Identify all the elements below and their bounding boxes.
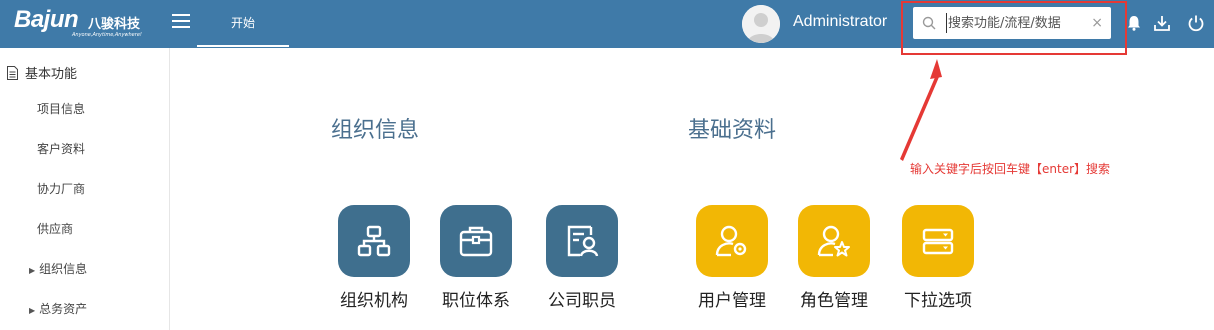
sidebar-section-basic[interactable]: 基本功能 bbox=[6, 63, 77, 82]
tile-label-user-management[interactable]: 用户管理 bbox=[677, 286, 787, 311]
tile-label-dropdown-options[interactable]: 下拉选项 bbox=[883, 286, 993, 311]
sidebar-item-label: 组织信息 bbox=[39, 262, 88, 276]
tile-user-management[interactable] bbox=[696, 205, 768, 277]
org-structure-icon bbox=[357, 225, 391, 257]
dropdown-list-icon bbox=[922, 228, 954, 255]
user-star-icon bbox=[817, 225, 850, 257]
tile-label-employees[interactable]: 公司职员 bbox=[527, 286, 637, 311]
search-highlight-box bbox=[901, 1, 1127, 55]
power-icon[interactable] bbox=[1187, 14, 1205, 32]
annotation-text: 输入关键字后按回车键【enter】搜索 bbox=[910, 162, 1111, 176]
bell-icon[interactable] bbox=[1125, 14, 1143, 32]
expand-arrow-icon: ▶ bbox=[29, 266, 36, 275]
tile-label-role-management[interactable]: 角色管理 bbox=[779, 286, 889, 311]
expand-arrow-icon: ▶ bbox=[29, 306, 36, 315]
download-icon[interactable] bbox=[1153, 14, 1171, 32]
tile-dropdown-options[interactable] bbox=[902, 205, 974, 277]
logo-brand: Bajun bbox=[14, 6, 79, 33]
sidebar-item-assets[interactable]: ▶ 总务资产 bbox=[29, 300, 87, 317]
annotation-arrow-icon bbox=[900, 59, 942, 161]
logo-slogan: Anyone,Anytime,Anywhere! bbox=[72, 32, 142, 38]
section-title-org: 组织信息 bbox=[331, 118, 420, 143]
avatar[interactable] bbox=[742, 5, 780, 43]
sidebar-item-supplier[interactable]: 供应商 bbox=[37, 220, 73, 237]
sidebar-item-partner[interactable]: 协力厂商 bbox=[37, 180, 85, 197]
user-gear-icon bbox=[715, 225, 747, 257]
logo-company-name: 八骏科技 bbox=[88, 17, 141, 32]
menu-toggle-icon[interactable] bbox=[172, 14, 190, 32]
username[interactable]: Administrator bbox=[793, 13, 887, 31]
section-title-basic-data: 基础资料 bbox=[688, 118, 777, 143]
tile-org-structure[interactable] bbox=[338, 205, 410, 277]
sidebar: 基本功能 项目信息 客户资料 协力厂商 供应商 ▶ 组织信息 ▶ 总务资产 bbox=[0, 48, 170, 330]
tile-position-system[interactable] bbox=[440, 205, 512, 277]
sidebar-item-org-info[interactable]: ▶ 组织信息 bbox=[29, 260, 87, 277]
tile-role-management[interactable] bbox=[798, 205, 870, 277]
tile-label-position-system[interactable]: 职位体系 bbox=[421, 286, 531, 311]
sidebar-item-customer[interactable]: 客户资料 bbox=[37, 140, 85, 157]
sidebar-item-project-info[interactable]: 项目信息 bbox=[37, 100, 85, 117]
logo[interactable]: Bajun 八骏科技 Anyone,Anytime,Anywhere! bbox=[14, 6, 154, 42]
tab-start[interactable]: 开始 bbox=[197, 0, 289, 47]
tile-employees[interactable] bbox=[546, 205, 618, 277]
document-icon bbox=[7, 65, 18, 80]
employee-card-icon bbox=[567, 225, 599, 257]
tile-label-org-structure[interactable]: 组织机构 bbox=[319, 286, 429, 311]
briefcase-icon bbox=[459, 226, 493, 257]
sidebar-section-label: 基本功能 bbox=[25, 67, 78, 82]
sidebar-item-label: 总务资产 bbox=[39, 302, 88, 316]
